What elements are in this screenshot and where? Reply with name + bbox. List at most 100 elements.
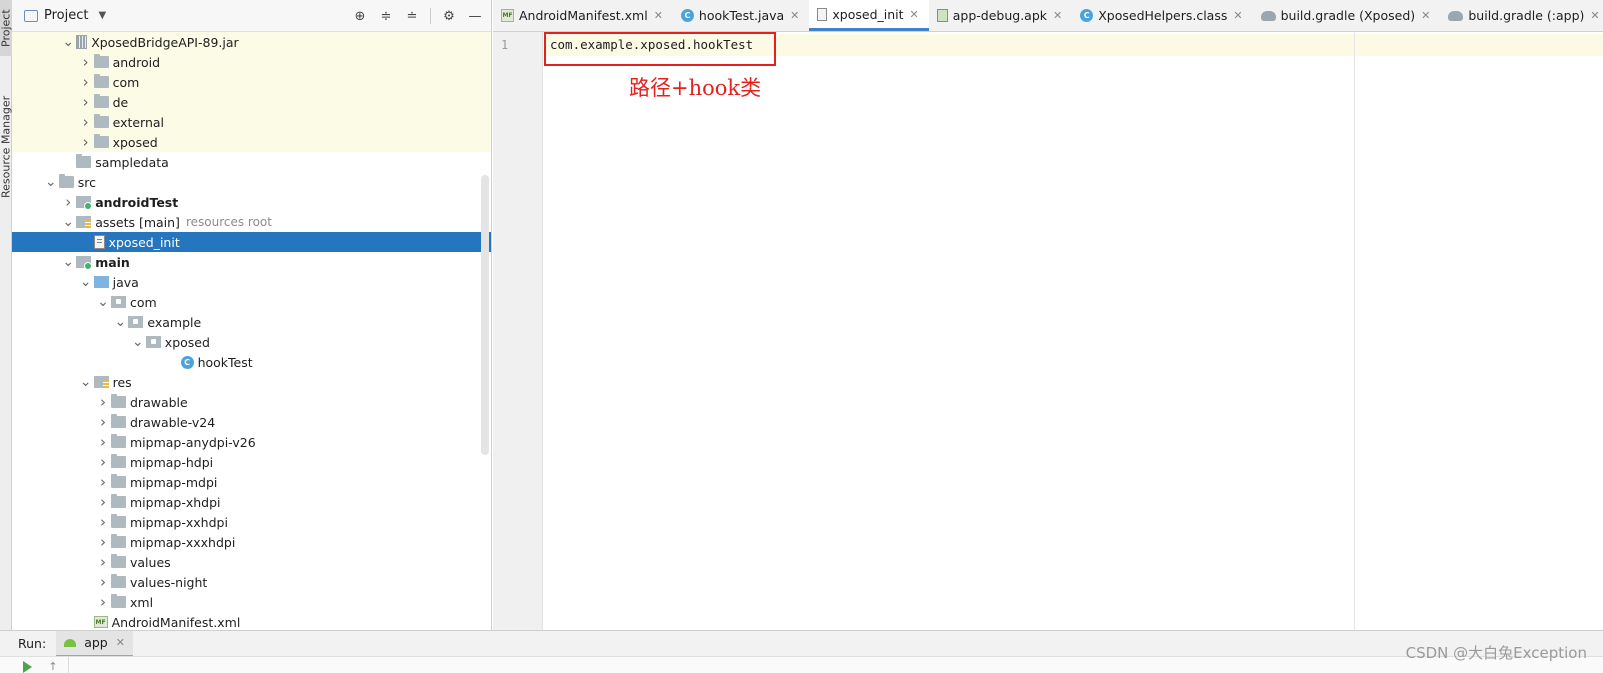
- tree-row[interactable]: › external: [12, 112, 491, 132]
- tree-row[interactable]: › xposed: [12, 132, 491, 152]
- folder-blue-icon: [93, 276, 109, 288]
- tree-row[interactable]: › xml: [12, 592, 491, 612]
- project-view-selector[interactable]: Project: [44, 8, 88, 23]
- tree-row[interactable]: › values: [12, 552, 491, 572]
- tree-row[interactable]: ⌄ assets [main] resources root: [12, 212, 491, 232]
- chevron-right-icon[interactable]: ›: [95, 533, 111, 551]
- tree-row-label: xposed: [164, 334, 210, 350]
- project-view-icon: [24, 9, 38, 22]
- chevron-down-icon[interactable]: ⌄: [95, 295, 111, 309]
- chevron-right-icon[interactable]: ›: [95, 593, 111, 611]
- run-tab-app[interactable]: app ✕: [56, 630, 133, 657]
- close-icon[interactable]: ✕: [1421, 9, 1430, 22]
- resource-manager-tool-button[interactable]: Resource Manager: [0, 88, 13, 198]
- tree-row[interactable]: ⌄ XposedBridgeAPI-89.jar: [12, 32, 491, 52]
- chevron-down-icon[interactable]: ⌄: [60, 255, 76, 269]
- tree-row[interactable]: ChookTest: [12, 352, 491, 372]
- chevron-right-icon[interactable]: ›: [78, 73, 94, 91]
- chevron-right-icon[interactable]: ›: [78, 93, 94, 111]
- locate-icon[interactable]: ⊕: [352, 8, 368, 24]
- folder-icon: [93, 114, 109, 128]
- editor-tab[interactable]: xposed_init ✕: [809, 0, 929, 31]
- close-icon[interactable]: ✕: [910, 8, 919, 21]
- chevron-down-icon[interactable]: ▼: [98, 10, 106, 21]
- chevron-right-icon[interactable]: ›: [78, 133, 94, 151]
- tree-row[interactable]: › android: [12, 52, 491, 72]
- tree-row[interactable]: ⌄ src: [12, 172, 491, 192]
- folder-icon: [111, 594, 126, 608]
- tree-row[interactable]: › mipmap-anydpi-v26: [12, 432, 491, 452]
- arrow-up-icon[interactable]: ↑: [46, 660, 60, 673]
- gradle-icon: [1448, 10, 1464, 21]
- tree-row[interactable]: › de: [12, 92, 491, 112]
- chevron-right-icon[interactable]: ›: [95, 413, 111, 431]
- chevron-right-icon[interactable]: ›: [78, 53, 94, 71]
- chevron-down-icon[interactable]: ⌄: [78, 275, 94, 289]
- chevron-right-icon[interactable]: ›: [95, 393, 111, 411]
- tree-row[interactable]: xposed_init: [12, 232, 491, 252]
- tree-row-label: mipmap-anydpi-v26: [130, 434, 256, 450]
- tree-row[interactable]: › mipmap-mdpi: [12, 472, 491, 492]
- tree-row[interactable]: ⌄ example: [12, 312, 491, 332]
- editor-tab[interactable]: build.gradle (Xposed) ✕: [1253, 0, 1441, 31]
- chevron-right-icon[interactable]: ›: [95, 473, 111, 491]
- editor-tab[interactable]: MF AndroidManifest.xml ✕: [493, 0, 673, 31]
- chevron-down-icon[interactable]: ⌄: [130, 335, 146, 349]
- editor-tab[interactable]: app-debug.apk ✕: [929, 0, 1072, 31]
- close-icon[interactable]: ✕: [1053, 9, 1062, 22]
- tree-row[interactable]: › com: [12, 72, 491, 92]
- folder-mod-icon: [76, 256, 93, 270]
- editor-tab[interactable]: ChookTest.java ✕: [673, 0, 809, 31]
- close-icon[interactable]: ✕: [790, 9, 799, 22]
- code-editor[interactable]: com.example.xposed.hookTest 路径+hook类: [544, 32, 1603, 630]
- chevron-right-icon[interactable]: ›: [95, 453, 111, 471]
- gear-icon[interactable]: ⚙: [441, 8, 457, 24]
- minimize-icon[interactable]: —: [467, 8, 483, 24]
- chevron-down-icon[interactable]: ⌄: [43, 175, 59, 189]
- tree-row[interactable]: › drawable: [12, 392, 491, 412]
- chevron-right-icon[interactable]: ›: [95, 573, 111, 591]
- tree-row[interactable]: › androidTest: [12, 192, 491, 212]
- tree-row[interactable]: sampledata: [12, 152, 491, 172]
- project-tool-button[interactable]: Project: [0, 0, 13, 56]
- tree-row[interactable]: ⌄ res: [12, 372, 491, 392]
- chevron-right-icon[interactable]: ›: [78, 113, 94, 131]
- tree-row[interactable]: › mipmap-xxhdpi: [12, 512, 491, 532]
- tree-row[interactable]: › values-night: [12, 572, 491, 592]
- chevron-right-icon[interactable]: ›: [95, 513, 111, 531]
- close-icon[interactable]: ✕: [1590, 9, 1599, 22]
- chevron-right-icon[interactable]: ›: [95, 553, 111, 571]
- tree-row[interactable]: ⌄ main: [12, 252, 491, 272]
- watermark: CSDN @大白兔Exception: [1405, 644, 1587, 662]
- expand-all-icon[interactable]: ≑: [378, 8, 394, 24]
- code-line-1[interactable]: com.example.xposed.hookTest: [544, 32, 776, 66]
- close-icon[interactable]: ✕: [116, 636, 125, 649]
- folder-pkg-icon: [111, 296, 126, 308]
- tree-row[interactable]: › mipmap-xxxhdpi: [12, 532, 491, 552]
- tree-row-label: xposed_init: [108, 234, 180, 250]
- jar-icon: [76, 35, 88, 49]
- tree-row[interactable]: ⌄ com: [12, 292, 491, 312]
- editor-tab[interactable]: build.gradle (:app) ✕: [1440, 0, 1603, 31]
- chevron-right-icon[interactable]: ›: [95, 493, 111, 511]
- tree-row-label: hookTest: [197, 354, 253, 370]
- chevron-down-icon[interactable]: ⌄: [78, 375, 94, 389]
- chevron-down-icon[interactable]: ⌄: [60, 35, 76, 49]
- tree-row[interactable]: › mipmap-hdpi: [12, 452, 491, 472]
- right-margin-guide: [1354, 32, 1355, 630]
- project-tree-scrollbar[interactable]: [481, 175, 489, 455]
- tree-row[interactable]: MF AndroidManifest.xml: [12, 612, 491, 630]
- chevron-right-icon[interactable]: ›: [95, 433, 111, 451]
- tree-row[interactable]: ⌄ xposed: [12, 332, 491, 352]
- close-icon[interactable]: ✕: [1233, 9, 1242, 22]
- chevron-right-icon[interactable]: ›: [60, 193, 76, 211]
- tree-row[interactable]: › mipmap-xhdpi: [12, 492, 491, 512]
- editor-tab[interactable]: C XposedHelpers.class ✕: [1072, 0, 1252, 31]
- close-icon[interactable]: ✕: [654, 9, 663, 22]
- collapse-all-icon[interactable]: ≐: [404, 8, 420, 24]
- tree-row[interactable]: ⌄ java: [12, 272, 491, 292]
- chevron-down-icon[interactable]: ⌄: [60, 215, 76, 229]
- tree-row[interactable]: › drawable-v24: [12, 412, 491, 432]
- rerun-icon[interactable]: [20, 660, 34, 673]
- chevron-down-icon[interactable]: ⌄: [112, 315, 128, 329]
